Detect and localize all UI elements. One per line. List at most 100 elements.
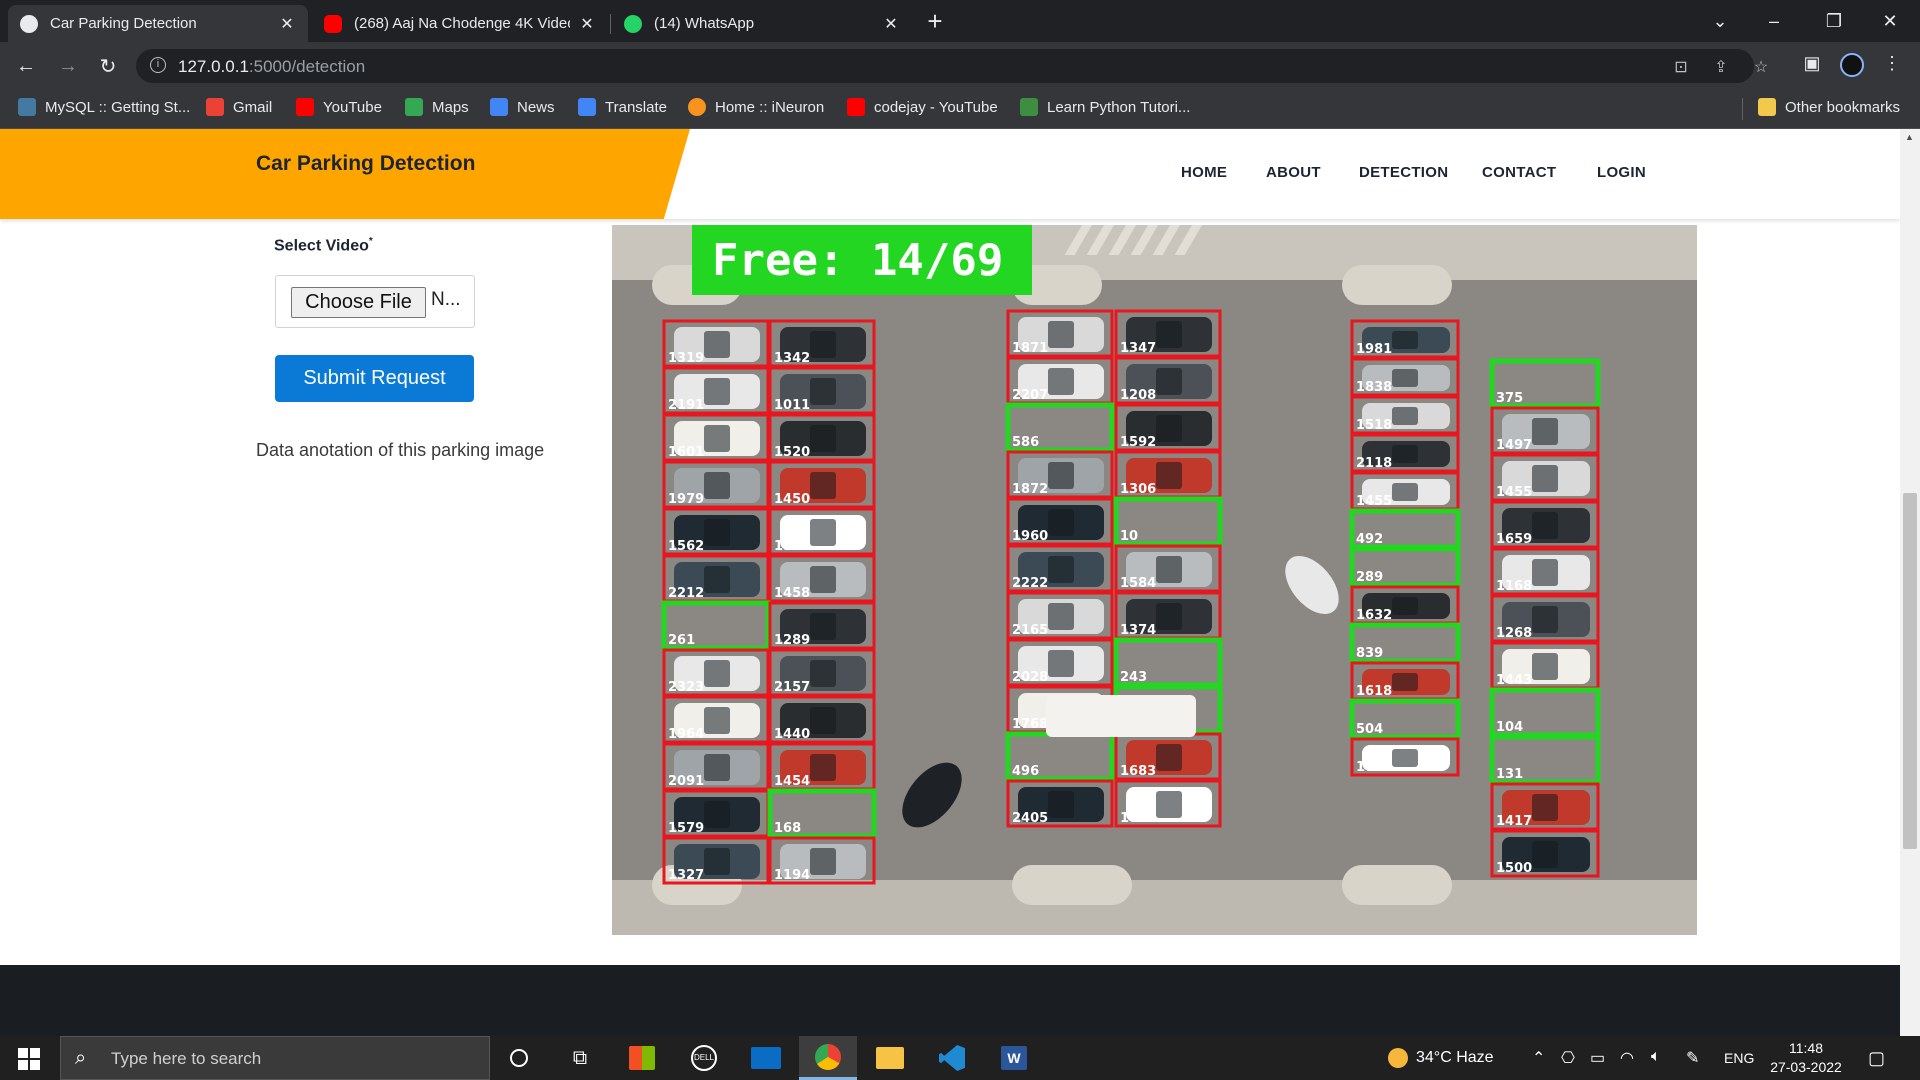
car-windshield [1392,483,1418,501]
bookmark-maps[interactable]: Maps [405,98,469,116]
car-windshield [810,848,836,875]
window-close-button[interactable]: ✕ [1860,0,1920,42]
spot-id-label: 1584 [1120,576,1156,591]
windows-start-icon[interactable] [18,1048,40,1070]
other-bookmarks[interactable]: Other bookmarks [1758,98,1900,116]
site-info-icon[interactable]: i [150,57,166,73]
notifications-icon[interactable]: ▢ [1868,1048,1885,1069]
profile-avatar[interactable] [1840,53,1864,77]
side-panel-icon[interactable]: ▣ [1800,53,1824,77]
address-bar[interactable]: i 127.0.0.1:5000/detection ⊡ ⇪ ☆ [136,49,1768,83]
taskbar-clock[interactable]: 11:48 27-03-2022 [1764,1039,1848,1077]
menu-kebab-icon[interactable]: ⋮ [1880,53,1904,77]
word-icon[interactable]: W [985,1036,1043,1080]
spot-id-label: 1979 [668,492,704,507]
spot-id-label: 1964 [668,727,704,742]
minimize-button[interactable]: – [1744,0,1804,42]
close-icon[interactable]: ✕ [882,14,900,34]
reload-button[interactable]: ↻ [94,52,122,80]
spot-id-label: 1450 [774,492,810,507]
spot-id-label: 1440 [774,727,810,742]
choose-file-button[interactable]: Choose File [291,287,426,318]
bookmark-python[interactable]: Learn Python Tutori... [1020,98,1190,116]
free-count-label: Free: 14/69 [712,235,1003,286]
nav-contact[interactable]: CONTACT [1482,164,1556,181]
spot-id-label: 1618 [1356,684,1392,699]
file-explorer-icon[interactable] [861,1036,919,1080]
whatsapp-icon [624,14,642,33]
windows-taskbar: ⌕ Type here to search ⧉ DELL W 34°C Haze… [0,1036,1920,1080]
bookmark-youtube[interactable]: YouTube [296,98,382,116]
tab-youtube-video[interactable]: (268) Aaj Na Chodenge 4K Video ✕ [312,5,608,42]
spot-id-label: 839 [1356,646,1383,661]
nav-login[interactable]: LOGIN [1597,164,1646,181]
nav-home[interactable]: HOME [1181,164,1227,181]
python-icon [1020,98,1038,116]
language-indicator[interactable]: ENG [1724,1050,1754,1066]
ineuron-icon [688,98,706,116]
car-windshield [704,566,730,593]
tab-search-icon[interactable]: ⌄ [1690,0,1750,42]
chrome-icon[interactable] [799,1036,857,1080]
url-text[interactable]: 127.0.0.1:5000/detection [178,57,365,77]
volume-icon[interactable]: 🔈︎ [1651,1048,1661,1066]
meet-now-icon[interactable]: ⎔ [1561,1048,1575,1068]
spot-id-label: 2212 [668,586,704,601]
submit-request-button[interactable]: Submit Request [275,355,474,402]
url-path: :5000/detection [248,57,366,76]
bookmark-codejay[interactable]: codejay - YouTube [847,98,998,116]
site-brand-title[interactable]: Car Parking Detection [256,152,475,176]
bookmark-mysql[interactable]: MySQL :: Getting St... [18,98,190,116]
car-windshield [1048,791,1074,818]
nav-about[interactable]: ABOUT [1266,164,1321,181]
file-input[interactable]: Choose File N... [275,275,475,328]
wifi-icon[interactable]: ◠ [1620,1048,1634,1068]
new-tab-button[interactable]: + [920,6,950,37]
curb-island [1012,865,1132,905]
page-scrollbar[interactable]: ▲ ▼ [1900,129,1920,1052]
restore-button[interactable]: ❐ [1804,0,1864,42]
car-windshield [1532,841,1558,868]
spot-id-label: 261 [668,633,695,648]
bookmark-ineuron[interactable]: Home :: iNeuron [688,98,824,116]
spot-id-label: 1268 [1496,626,1532,641]
cortana-icon[interactable] [490,1036,548,1080]
close-icon[interactable]: ✕ [278,14,296,34]
mysql-icon [18,98,36,116]
spot-id-label: 1455 [1356,494,1392,509]
spot-id-label: 1455 [1496,485,1532,500]
show-hidden-icons-icon[interactable]: ⌃ [1532,1048,1545,1068]
tab-car-parking-detection[interactable]: Car Parking Detection ✕ [8,5,308,42]
task-view-icon[interactable]: ⧉ [551,1036,609,1080]
dell-icon[interactable]: DELL [675,1036,733,1080]
scroll-thumb[interactable] [1903,493,1917,849]
forward-button[interactable]: → [54,52,82,80]
close-icon[interactable]: ✕ [578,14,596,34]
nav-detection[interactable]: DETECTION [1359,164,1448,181]
tab-whatsapp[interactable]: (14) WhatsApp ✕ [612,5,912,42]
spot-id-label: 1500 [1496,861,1532,876]
taskbar-search-box[interactable]: ⌕ Type here to search [60,1036,490,1080]
parked-van [1046,695,1196,737]
bookmark-news[interactable]: News [490,98,555,116]
youtube-icon [324,14,342,33]
spot-id-label: 1520 [774,445,810,460]
bookmark-translate[interactable]: Translate [578,98,667,116]
back-button[interactable]: ← [12,52,40,80]
clock-time: 11:48 [1789,1040,1823,1056]
translate-icon[interactable]: ⊡ [1670,57,1692,77]
bookmark-star-icon[interactable]: ☆ [1750,57,1772,77]
car-windshield [810,660,836,687]
spot-id-label: 10 [1120,529,1138,544]
weather-widget[interactable]: 34°C Haze [1388,1048,1494,1068]
scroll-up-arrow[interactable]: ▲ [1905,132,1914,142]
pen-icon[interactable]: ✎ [1686,1048,1699,1068]
battery-icon[interactable]: ▭ [1590,1048,1605,1068]
bookmark-gmail[interactable]: Gmail [206,98,272,116]
car-windshield [1392,749,1418,767]
car-windshield [1392,673,1418,691]
mail-icon[interactable] [737,1036,795,1080]
store-icon[interactable] [613,1036,671,1080]
share-icon[interactable]: ⇪ [1710,57,1732,77]
vscode-icon[interactable] [923,1036,981,1080]
